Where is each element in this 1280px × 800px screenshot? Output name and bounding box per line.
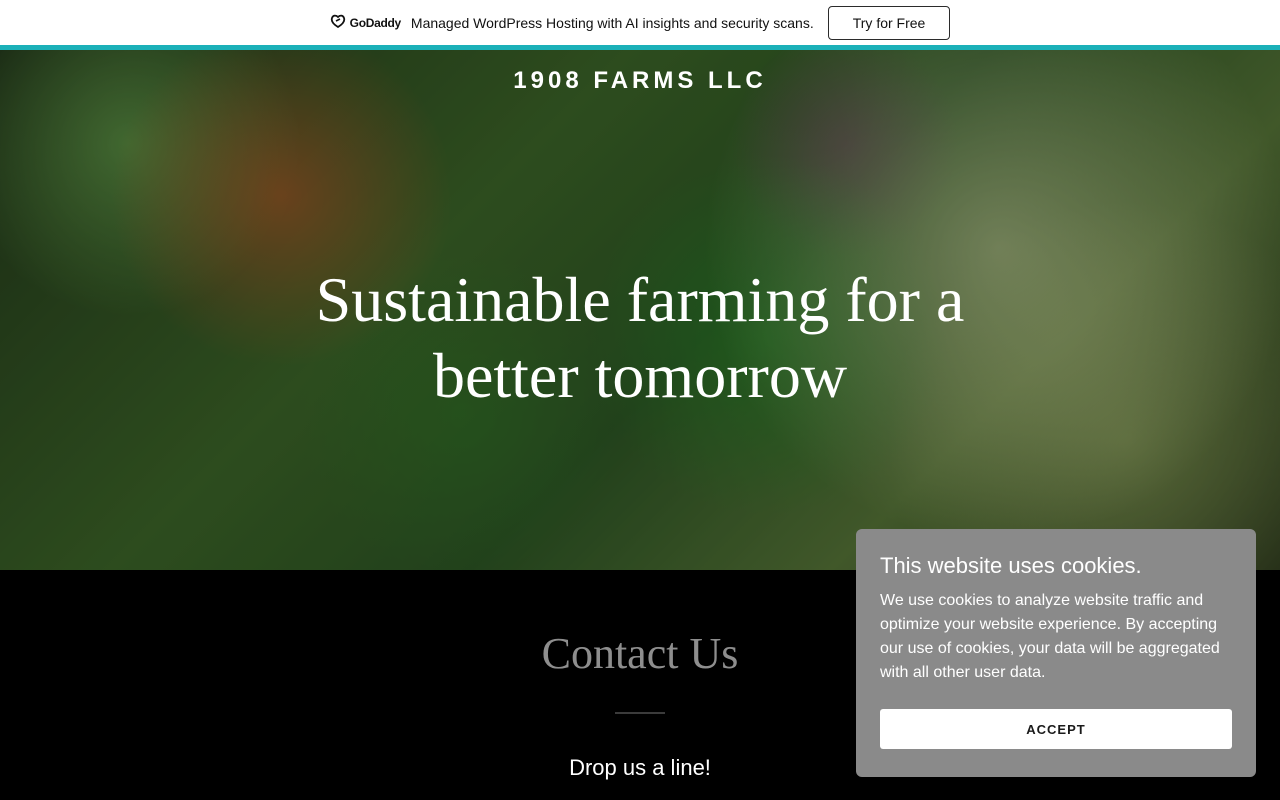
promo-bar: GoDaddy Managed WordPress Hosting with A… — [0, 0, 1280, 45]
site-brand[interactable]: 1908 FARMS LLC — [0, 67, 1280, 95]
cookie-body: We use cookies to analyze website traffi… — [880, 592, 1220, 681]
try-for-free-button[interactable]: Try for Free — [827, 5, 951, 40]
godaddy-logo[interactable]: GoDaddy — [330, 14, 401, 31]
accept-cookies-button[interactable]: ACCEPT — [880, 709, 1232, 749]
cookie-banner: This website uses cookies. We use cookie… — [856, 529, 1256, 777]
cookie-title: This website uses cookies. — [880, 553, 1142, 578]
godaddy-logo-text: GoDaddy — [349, 15, 402, 30]
hero-section: 1908 FARMS LLC Sustainable farming for a… — [0, 50, 1280, 570]
promo-message: Managed WordPress Hosting with AI insigh… — [410, 14, 814, 31]
contact-divider — [615, 712, 665, 714]
godaddy-logo-icon — [330, 14, 346, 31]
hero-headline: Sustainable farming for a better tomorro… — [315, 264, 965, 411]
